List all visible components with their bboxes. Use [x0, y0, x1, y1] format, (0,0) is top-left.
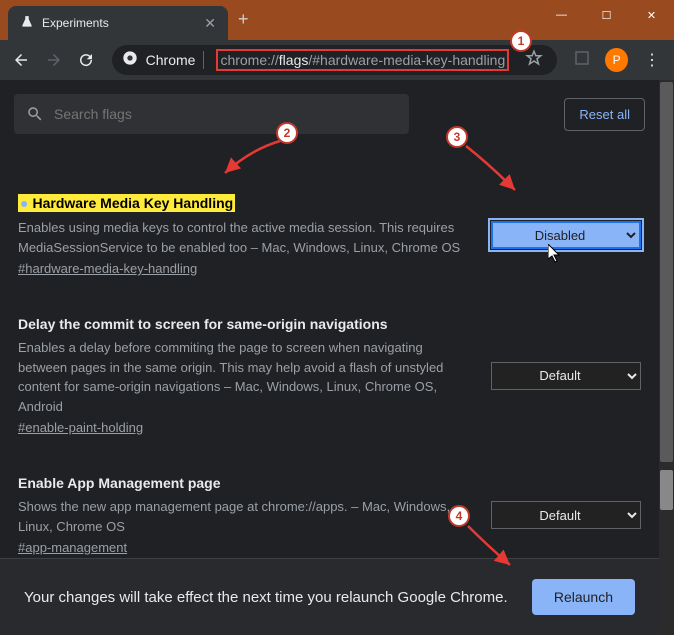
chrome-icon	[122, 50, 138, 71]
url-separator	[203, 51, 204, 69]
close-tab-icon[interactable]: ✕	[204, 15, 216, 32]
scroll-thumb[interactable]	[660, 470, 673, 510]
annotation-arrow	[210, 135, 290, 185]
relaunch-message: Your changes will take effect the next t…	[24, 587, 512, 608]
annotation-callout-4: 4	[448, 505, 470, 527]
flag-title: Enable App Management page	[18, 475, 467, 491]
forward-button[interactable]	[41, 46, 68, 74]
back-button[interactable]	[8, 46, 35, 74]
flag-description: Shows the new app management page at chr…	[18, 497, 467, 536]
relaunch-button[interactable]: Relaunch	[532, 579, 635, 615]
browser-tab[interactable]: Experiments ✕	[8, 6, 228, 40]
annotation-callout-2: 2	[276, 122, 298, 144]
url-scheme-label: Chrome	[146, 52, 196, 68]
menu-button[interactable]: ⋮	[638, 50, 666, 70]
vertical-scrollbar[interactable]	[659, 80, 674, 635]
annotation-callout-1: 1	[510, 30, 532, 52]
relaunch-banner: Your changes will take effect the next t…	[0, 558, 659, 635]
address-bar[interactable]: Chrome chrome://flags/#hardware-media-ke…	[112, 45, 558, 75]
flag-description: Enables using media keys to control the …	[18, 218, 467, 257]
search-flags-box[interactable]	[14, 94, 409, 134]
extension-icon[interactable]	[569, 49, 595, 72]
flag-anchor-link[interactable]: #app-management	[18, 540, 467, 555]
browser-toolbar: Chrome chrome://flags/#hardware-media-ke…	[0, 40, 674, 80]
flag-anchor-link[interactable]: #hardware-media-key-handling	[18, 261, 467, 276]
flag-description: Enables a delay before commiting the pag…	[18, 338, 467, 416]
page-content: Reset all Hardware Media Key Handling En…	[0, 80, 659, 635]
annotation-callout-3: 3	[446, 126, 468, 148]
flag-anchor-link[interactable]: #enable-paint-holding	[18, 420, 467, 435]
flag-dropdown[interactable]: Default	[491, 362, 641, 390]
scroll-thumb[interactable]	[660, 82, 673, 462]
flag-dropdown[interactable]: Disabled	[491, 221, 641, 249]
new-tab-button[interactable]: +	[228, 9, 259, 30]
reload-button[interactable]	[73, 46, 100, 74]
annotation-arrow	[462, 520, 522, 575]
flask-icon	[20, 15, 34, 32]
tab-title: Experiments	[42, 16, 109, 30]
close-window-button[interactable]: ✕	[629, 0, 674, 30]
reset-all-button[interactable]: Reset all	[564, 98, 645, 131]
flag-title: Hardware Media Key Handling	[18, 194, 235, 212]
search-input[interactable]	[54, 106, 397, 122]
annotation-arrow	[460, 140, 530, 200]
flag-title: Delay the commit to screen for same-orig…	[18, 316, 467, 332]
window-titlebar: Experiments ✕ + — ☐ ✕	[0, 0, 674, 40]
mouse-cursor-icon	[548, 244, 564, 269]
bookmark-star-icon[interactable]	[521, 49, 547, 72]
search-icon	[26, 105, 44, 123]
url-text: chrome://flags/#hardware-media-key-handl…	[212, 47, 513, 73]
minimize-button[interactable]: —	[539, 0, 584, 30]
profile-avatar[interactable]: P	[605, 48, 628, 72]
maximize-button[interactable]: ☐	[584, 0, 629, 30]
